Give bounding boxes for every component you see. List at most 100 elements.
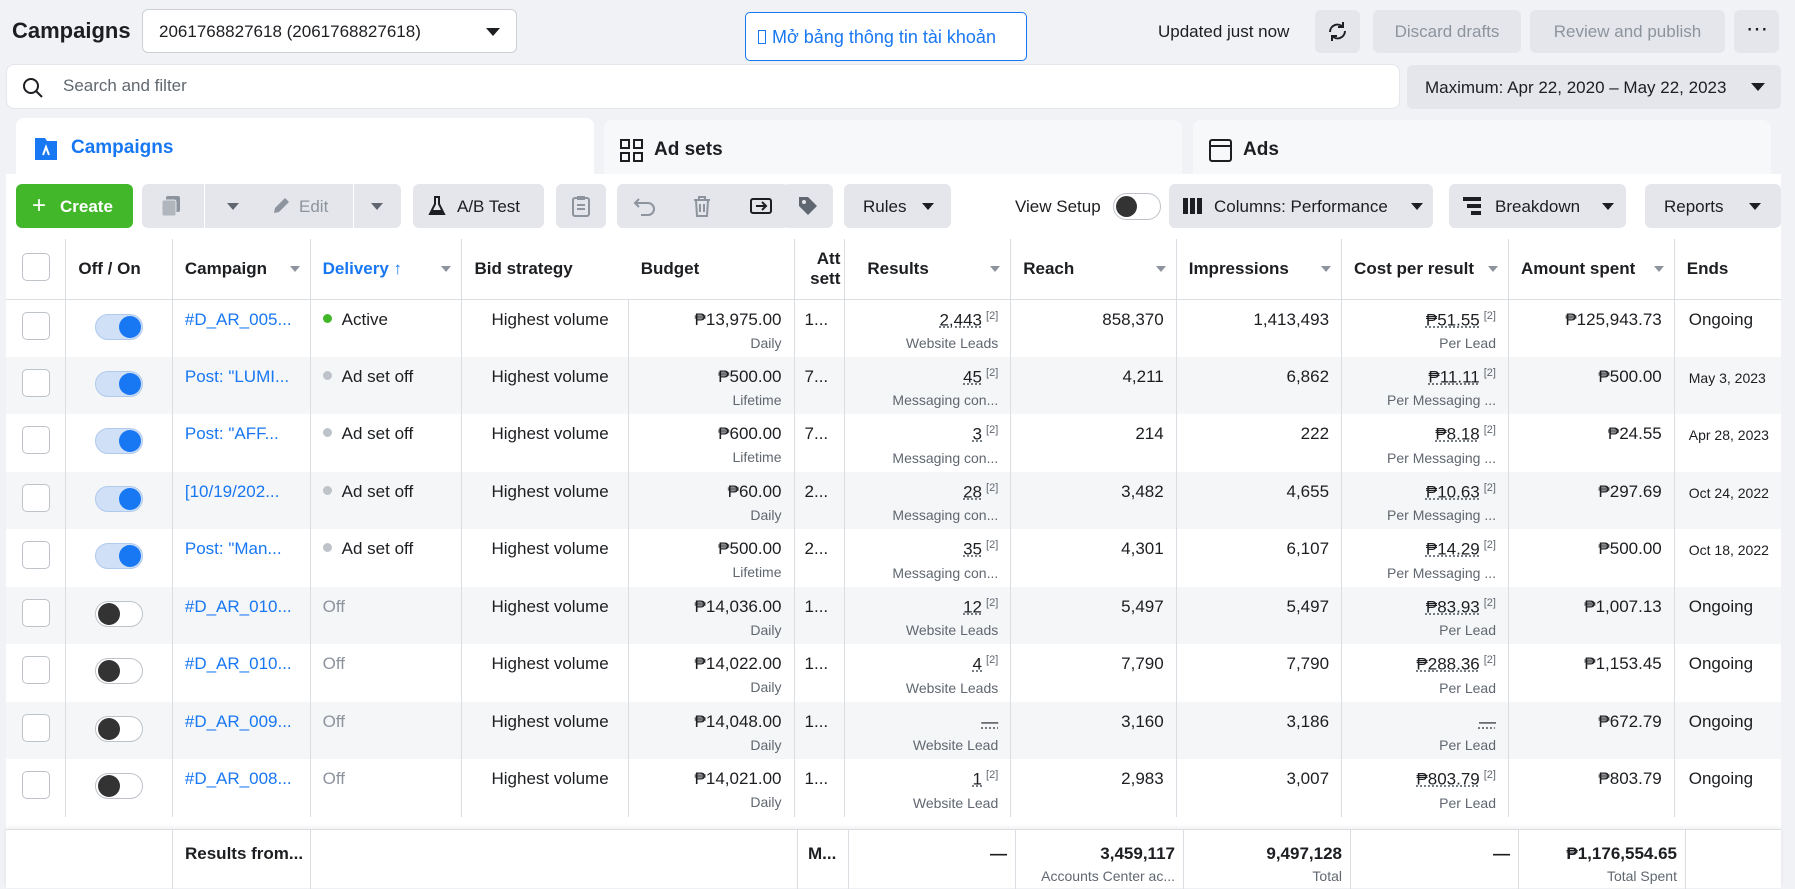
col-reach[interactable]: Reach bbox=[1010, 239, 1177, 300]
rules-button[interactable]: Rules bbox=[844, 184, 951, 228]
row-checkbox[interactable] bbox=[22, 368, 50, 397]
footnote-marker: [2] bbox=[986, 539, 999, 551]
campaign-toggle[interactable] bbox=[95, 485, 144, 512]
columns-button[interactable]: Columns: Performance bbox=[1169, 184, 1433, 228]
breakdown-button[interactable]: Breakdown bbox=[1449, 184, 1626, 228]
tab-campaigns[interactable]: Campaigns bbox=[16, 118, 594, 180]
campaign-toggle[interactable] bbox=[95, 715, 144, 742]
create-button[interactable]: + Create bbox=[16, 184, 133, 228]
campaign-toggle[interactable] bbox=[95, 428, 144, 454]
campaign-name-link[interactable]: #D_AR_005... bbox=[185, 310, 292, 329]
results-value[interactable]: 35 bbox=[963, 540, 982, 559]
row-checkbox[interactable] bbox=[22, 713, 50, 742]
review-publish-button[interactable]: Review and publish bbox=[1530, 10, 1725, 53]
cpr-value[interactable]: ₱51.55 bbox=[1426, 310, 1480, 329]
table-row[interactable]: #D_AR_009... Off Highest volume ₱14,048.… bbox=[6, 701, 1781, 759]
ab-test-button[interactable]: A/B Test bbox=[413, 184, 544, 228]
campaign-name-link[interactable]: Post: "Man... bbox=[185, 539, 282, 558]
delivery-status: Off bbox=[322, 769, 346, 788]
export-button[interactable] bbox=[733, 184, 789, 228]
row-checkbox[interactable] bbox=[22, 771, 50, 799]
tab-ad-sets[interactable]: Ad sets bbox=[604, 120, 1182, 180]
row-checkbox[interactable] bbox=[22, 426, 50, 454]
cpr-value[interactable]: ₱10.63 bbox=[1426, 482, 1480, 501]
cpr-value[interactable]: ₱14.29 bbox=[1426, 540, 1480, 559]
campaign-toggle[interactable] bbox=[95, 658, 144, 684]
campaign-name-link[interactable]: #D_AR_010... bbox=[185, 654, 292, 673]
table-row[interactable]: Post: "AFF... Ad set off Highest volume … bbox=[6, 414, 1781, 472]
ends-value: Oct 24, 2022 bbox=[1688, 484, 1769, 501]
col-bid-strategy[interactable]: Bid strategy bbox=[461, 239, 629, 300]
delete-button[interactable] bbox=[675, 184, 731, 228]
col-ends[interactable]: Ends bbox=[1674, 239, 1781, 300]
row-checkbox[interactable] bbox=[22, 483, 50, 512]
cpr-value[interactable]: — bbox=[1479, 712, 1496, 731]
col-attribution[interactable]: Att sett bbox=[794, 239, 846, 300]
results-value[interactable]: 4 bbox=[973, 655, 982, 674]
col-results[interactable]: Results bbox=[844, 239, 1012, 300]
results-value[interactable]: — bbox=[981, 712, 998, 731]
table-row[interactable]: #D_AR_008... Off Highest volume ₱14,021.… bbox=[6, 759, 1781, 817]
undo-button[interactable] bbox=[617, 184, 673, 228]
col-cost-per-result[interactable]: Cost per result bbox=[1341, 239, 1509, 300]
col-budget[interactable]: Budget bbox=[628, 239, 795, 300]
edit-button[interactable]: Edit bbox=[255, 184, 401, 228]
campaign-name-link[interactable]: #D_AR_008... bbox=[185, 769, 292, 788]
duplicate-button[interactable] bbox=[142, 184, 266, 228]
campaign-toggle[interactable] bbox=[95, 600, 144, 627]
results-value[interactable]: 3 bbox=[973, 425, 982, 444]
table-row[interactable]: #D_AR_010... Off Highest volume ₱14,022.… bbox=[6, 644, 1781, 702]
cpr-value[interactable]: ₱288.36 bbox=[1416, 655, 1479, 674]
ends-cell: Apr 28, 2023 bbox=[1674, 414, 1781, 472]
results-value[interactable]: 45 bbox=[963, 367, 982, 386]
col-amount-spent[interactable]: Amount spent bbox=[1508, 239, 1675, 300]
campaign-name-link[interactable]: [10/19/202... bbox=[185, 482, 280, 501]
results-value[interactable]: 12 bbox=[963, 597, 982, 616]
campaign-toggle[interactable] bbox=[95, 370, 144, 397]
reports-button[interactable]: Reports bbox=[1645, 184, 1781, 228]
table-row[interactable]: [10/19/202... Ad set off Highest volume … bbox=[6, 471, 1781, 529]
campaign-name-link[interactable]: #D_AR_009... bbox=[185, 712, 292, 731]
view-setup-toggle[interactable] bbox=[1113, 193, 1161, 220]
cpr-value[interactable]: ₱8.18 bbox=[1435, 425, 1479, 444]
campaign-toggle[interactable] bbox=[95, 773, 144, 799]
discard-drafts-button[interactable]: Discard drafts bbox=[1373, 10, 1521, 53]
campaign-flag-icon bbox=[35, 138, 57, 160]
ends-cell: Ongoing bbox=[1674, 299, 1781, 357]
table-row[interactable]: Post: "Man... Ad set off Highest volume … bbox=[6, 529, 1781, 587]
clipboard-button[interactable] bbox=[556, 184, 606, 228]
campaign-toggle[interactable] bbox=[95, 543, 144, 569]
col-delivery[interactable]: Delivery ↑ bbox=[310, 239, 463, 300]
tab-ads[interactable]: Ads bbox=[1193, 120, 1771, 180]
table-row[interactable]: #D_AR_005... Active Highest volume ₱13,9… bbox=[6, 299, 1781, 357]
row-checkbox[interactable] bbox=[22, 311, 50, 340]
more-options-button[interactable]: ⋯ bbox=[1734, 10, 1779, 53]
impressions-value: 3,007 bbox=[1286, 769, 1330, 788]
open-account-info-button[interactable]: Mở bảng thông tin tài khoản bbox=[745, 12, 1027, 61]
campaign-name-link[interactable]: Post: "AFF... bbox=[185, 424, 279, 443]
campaign-name-link[interactable]: Post: "LUMI... bbox=[185, 367, 289, 386]
cpr-value[interactable]: ₱11.11 bbox=[1428, 367, 1479, 386]
campaign-toggle[interactable] bbox=[95, 313, 144, 340]
campaign-cell: #D_AR_010... bbox=[172, 644, 311, 702]
tag-button[interactable] bbox=[783, 184, 833, 228]
row-checkbox[interactable] bbox=[22, 541, 50, 569]
col-impressions[interactable]: Impressions bbox=[1176, 239, 1343, 300]
cpr-value[interactable]: ₱803.79 bbox=[1416, 770, 1479, 789]
col-off-on[interactable]: Off / On bbox=[65, 239, 173, 300]
results-value[interactable]: 1 bbox=[973, 770, 982, 789]
row-checkbox[interactable] bbox=[22, 598, 50, 627]
results-value[interactable]: 28 bbox=[963, 482, 982, 501]
table-row[interactable]: #D_AR_010... Off Highest volume ₱14,036.… bbox=[6, 586, 1781, 644]
cpr-value[interactable]: ₱83.93 bbox=[1426, 597, 1480, 616]
results-value[interactable]: 2,443 bbox=[939, 310, 982, 329]
refresh-button[interactable] bbox=[1315, 10, 1360, 53]
account-select[interactable]: 2061768827618 (2061768827618) bbox=[142, 9, 517, 53]
campaign-name-link[interactable]: #D_AR_010... bbox=[185, 597, 292, 616]
row-checkbox[interactable] bbox=[22, 656, 50, 684]
col-campaign[interactable]: Campaign bbox=[172, 239, 311, 300]
table-row[interactable]: Post: "LUMI... Ad set off Highest volume… bbox=[6, 356, 1781, 414]
date-range-picker[interactable]: Maximum: Apr 22, 2020 – May 22, 2023 bbox=[1407, 65, 1781, 109]
select-all-checkbox[interactable] bbox=[22, 253, 50, 282]
search-input[interactable] bbox=[63, 76, 1063, 96]
